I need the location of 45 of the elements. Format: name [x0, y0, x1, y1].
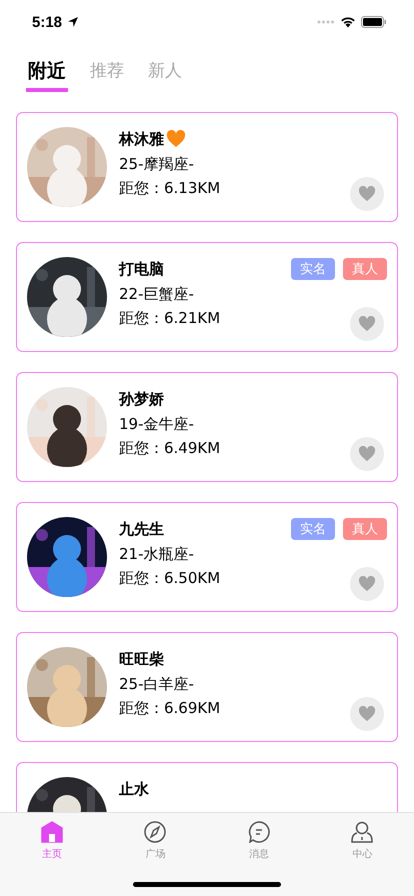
heart-icon [358, 186, 376, 202]
like-button[interactable] [350, 567, 384, 601]
status-time: 5:18 [32, 14, 62, 30]
user-card[interactable]: 旺旺柴 25-白羊座- 距您：6.69KM [16, 632, 398, 742]
heart-icon [358, 316, 376, 332]
distance: 距您：6.69KM [119, 698, 220, 719]
age-zodiac: 19-金牛座- [119, 414, 194, 435]
heart-icon [358, 706, 376, 722]
user-card[interactable]: 林沐雅 25-摩羯座- 距您：6.13KM [16, 112, 398, 222]
user-name: 孙梦娇 [119, 390, 164, 408]
user-card[interactable]: 打电脑 实名 真人 22-巨蟹座- 距您：6.21KM [16, 242, 398, 352]
signal-icon [317, 20, 335, 24]
tag: 真人 [343, 258, 387, 280]
like-button[interactable] [350, 697, 384, 731]
heart-icon [358, 576, 376, 592]
like-button[interactable] [350, 437, 384, 471]
user-name: 旺旺柴 [119, 650, 164, 668]
age-zodiac: 21-水瓶座- [119, 544, 194, 565]
tag: 真人 [343, 518, 387, 540]
heart-icon [358, 446, 376, 462]
age-zodiac: 25-摩羯座- [119, 154, 194, 175]
tag: 实名 [291, 518, 335, 540]
distance: 距您：6.50KM [119, 568, 220, 589]
wifi-icon [340, 16, 356, 28]
user-card[interactable]: 九先生 实名 真人 21-水瓶座- 距您：6.50KM [16, 502, 398, 612]
chat-icon [248, 821, 270, 843]
user-card[interactable]: 孙梦娇 19-金牛座- 距您：6.49KM [16, 372, 398, 482]
age-zodiac: 22-巨蟹座- [119, 284, 194, 305]
user-name: 九先生 [119, 520, 164, 538]
distance: 距您：6.13KM [119, 178, 220, 199]
age-zodiac: 25-白羊座- [119, 674, 194, 695]
like-button[interactable] [350, 307, 384, 341]
user-name: 林沐雅 [119, 130, 164, 148]
person-icon [351, 821, 374, 843]
tab[interactable]: 附近 [26, 58, 68, 92]
distance: 距您：6.21KM [119, 308, 220, 329]
like-button[interactable] [350, 177, 384, 211]
user-name: 止水 [119, 780, 149, 798]
tag: 实名 [291, 258, 335, 280]
battery-icon [361, 16, 387, 28]
distance: 距您：6.49KM [119, 438, 220, 459]
location-arrow-icon [67, 16, 80, 28]
compass-icon [144, 821, 166, 843]
user-name: 打电脑 [119, 260, 164, 278]
home-icon [40, 821, 63, 843]
